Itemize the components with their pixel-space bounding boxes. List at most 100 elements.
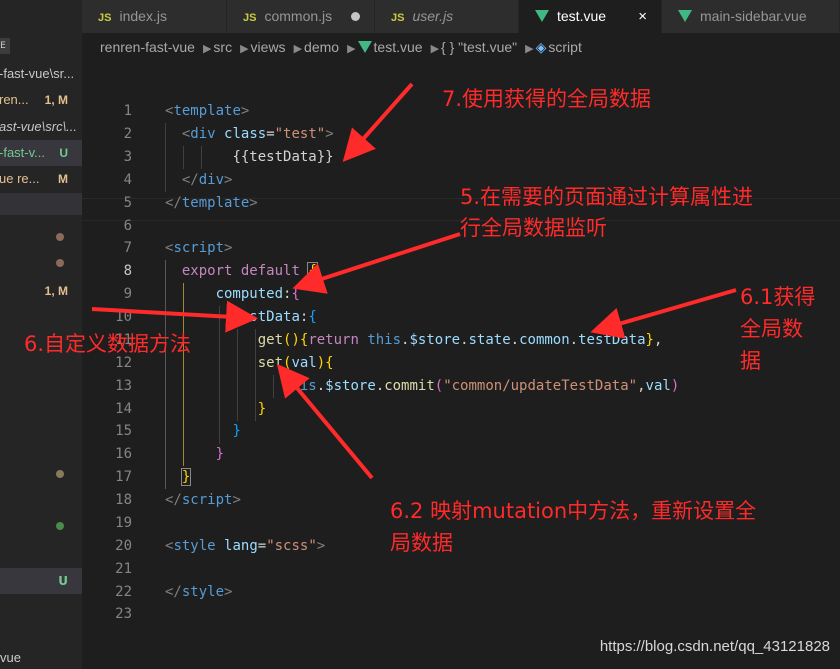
code-line: } xyxy=(257,401,267,417)
line-number: 20 xyxy=(115,538,132,554)
line-number-current: 8 xyxy=(123,263,132,279)
chevron-right-icon: ▶ xyxy=(525,43,534,55)
tab-label: user.js xyxy=(412,8,454,24)
tree-item[interactable]: 1, M xyxy=(0,278,82,304)
js-file-icon: JS xyxy=(391,12,405,24)
line-number: 21 xyxy=(115,561,132,577)
sidebar-bottom-label: vue xyxy=(0,650,21,665)
chevron-right-icon: ▶ xyxy=(202,43,212,55)
code-line: <style lang="scss"> xyxy=(165,538,326,554)
line-number: 7 xyxy=(123,240,132,256)
vue-file-icon xyxy=(357,41,372,53)
js-file-icon: JS xyxy=(243,12,257,24)
tab-index-js[interactable]: JS index.js xyxy=(82,0,227,33)
code-editor[interactable]: 1 2 3 4 5 6 7 8 9 10 11 12 13 14 15 16 1… xyxy=(82,62,840,669)
code-line: <div class="test"> xyxy=(181,126,334,142)
js-file-icon: JS xyxy=(98,12,112,24)
chevron-right-icon: ▶ xyxy=(430,43,440,55)
tab-label: index.js xyxy=(119,8,167,24)
breadcrumb-item[interactable]: { } "test.vue" xyxy=(441,39,517,55)
tab-label: test.vue xyxy=(557,8,607,24)
line-number: 1 xyxy=(123,103,132,119)
line-number: 6 xyxy=(123,218,132,234)
line-number: 13 xyxy=(115,378,132,394)
tab-label: main-sidebar.vue xyxy=(700,8,807,24)
breadcrumb-item[interactable]: renren-fast-vue xyxy=(100,39,195,55)
git-status-badge: 1, M xyxy=(44,93,68,107)
code-line: <template> xyxy=(165,103,250,119)
code-line: </template> xyxy=(165,195,258,211)
code-line: get(){return this.$store.state.common.te… xyxy=(257,332,663,348)
breadcrumb-item[interactable]: demo xyxy=(304,39,339,55)
modified-dot-icon xyxy=(56,233,64,241)
breadcrumb-item[interactable]: views xyxy=(251,39,286,55)
line-number: 4 xyxy=(123,172,132,188)
open-editor-item[interactable]: ren... 1, M xyxy=(0,87,82,113)
chevron-right-icon: ▶ xyxy=(347,43,356,55)
tab-user-js[interactable]: JS user.js xyxy=(375,0,519,33)
annotation-step-6-1-line1: 6.1获得 xyxy=(740,285,816,309)
git-status-badge: 1, M xyxy=(44,284,68,298)
breadcrumb-item[interactable]: script xyxy=(548,39,581,55)
code-line: this.$store.commit("common/updateTestDat… xyxy=(283,378,680,394)
watermark: https://blog.csdn.net/qq_43121828 xyxy=(599,638,830,655)
code-line: } xyxy=(232,423,241,439)
line-number: 9 xyxy=(123,286,132,302)
code-line: } xyxy=(180,468,192,486)
git-status-badge: M xyxy=(58,172,68,186)
close-icon[interactable]: × xyxy=(638,0,647,33)
breadcrumb-item[interactable]: test.vue xyxy=(374,39,423,55)
line-number: 15 xyxy=(115,423,132,439)
tab-main-sidebar-vue[interactable]: main-sidebar.vue xyxy=(662,0,840,33)
annotation-step-5-line2: 行全局数据监听 xyxy=(460,216,607,240)
code-line: computed:{ xyxy=(215,286,300,302)
open-editor-item[interactable]: ue re... M xyxy=(0,166,82,192)
code-line: </script> xyxy=(165,492,241,508)
annotation-step-5-line1: 5.在需要的页面通过计算属性进 xyxy=(460,185,754,209)
tab-test-vue[interactable]: test.vue × xyxy=(519,0,662,33)
breadcrumb: renren-fast-vue ▶ src ▶ views ▶ demo ▶ test.vue ▶… xyxy=(100,36,584,58)
line-number: 19 xyxy=(115,515,132,531)
line-number: 14 xyxy=(115,401,132,417)
line-number: 23 xyxy=(115,606,132,622)
code-line-current: export default { xyxy=(181,262,318,280)
git-status-badge: U xyxy=(58,574,68,588)
open-editor-item[interactable]: -fast-vue\sr... xyxy=(0,61,82,87)
open-editors-badge: E xyxy=(0,38,10,54)
breadcrumb-item[interactable]: src xyxy=(213,39,232,55)
annotation-step-6-1-line3: 据 xyxy=(740,349,761,373)
sidebar-header xyxy=(0,0,82,33)
line-number: 22 xyxy=(115,584,132,600)
code-line: <script> xyxy=(165,240,233,256)
vue-file-icon xyxy=(535,10,549,22)
open-editor-item-label: ue re... xyxy=(0,171,40,186)
git-status-badge: U xyxy=(59,146,68,160)
tab-label: common.js xyxy=(264,8,333,24)
line-number: 2 xyxy=(123,126,132,142)
code-line: } xyxy=(215,446,225,462)
open-editor-item-active[interactable]: -fast-v... U xyxy=(0,140,82,166)
tree-item-selected[interactable]: U xyxy=(0,568,82,594)
symbol-cube-icon: ◈ xyxy=(535,39,547,55)
tab-common-js[interactable]: JS common.js xyxy=(227,0,375,33)
open-editor-item-label: ren... xyxy=(0,92,29,107)
code-line: </style> xyxy=(165,584,233,600)
code-line: {{testData}} xyxy=(232,149,334,165)
open-editor-item[interactable]: ast-vue\src\... xyxy=(0,114,82,140)
open-editor-item-label: -fast-vue\sr... xyxy=(0,66,75,81)
chevron-right-icon: ▶ xyxy=(240,43,249,55)
open-editor-item-label: -fast-v... xyxy=(0,145,45,160)
line-number: 5 xyxy=(123,195,132,211)
open-editor-item-label: ast-vue\src\... xyxy=(0,119,78,134)
vue-file-icon xyxy=(678,10,692,22)
folder-section-header[interactable] xyxy=(0,193,82,215)
editor-tab-bar: JS index.js JS common.js JS user.js test.vu… xyxy=(82,0,840,33)
line-number: 3 xyxy=(123,149,132,165)
line-number: 17 xyxy=(115,469,132,485)
annotation-step-6-2-line1: 6.2 映射mutation中方法，重新设置全 xyxy=(390,499,757,523)
line-number: 10 xyxy=(115,309,132,325)
annotation-step-6-1-line2: 全局数 xyxy=(740,317,803,341)
unsaved-dot-icon[interactable] xyxy=(351,12,360,21)
annotation-step-7: 7.使用获得的全局数据 xyxy=(442,87,652,111)
modified-dot-icon xyxy=(56,470,64,478)
